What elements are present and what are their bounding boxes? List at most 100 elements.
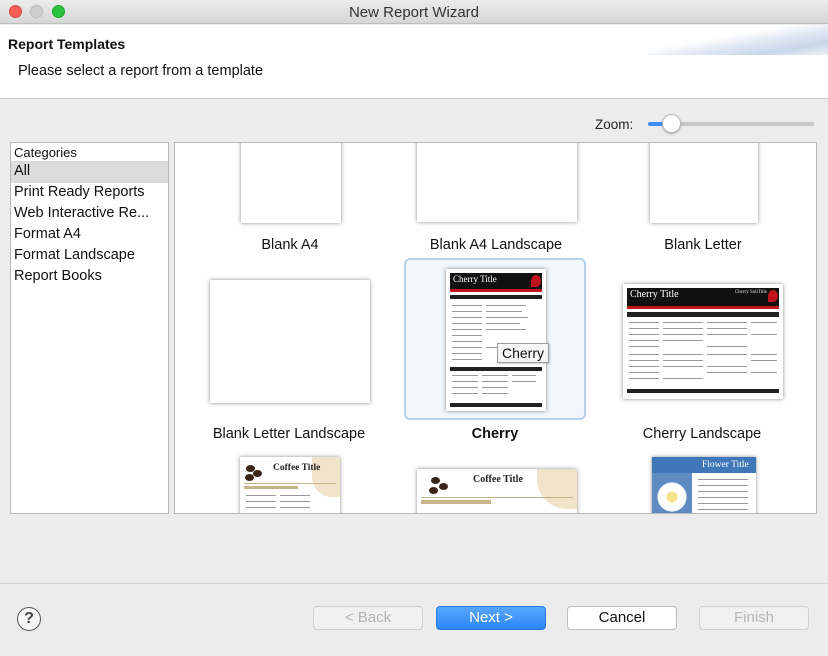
preview-line (751, 360, 777, 361)
window-title: New Report Wizard (348, 4, 480, 21)
preview-line (452, 317, 482, 318)
header-decoration (648, 25, 828, 55)
preview-footer-bar (627, 389, 779, 393)
cherry-red-stripe (450, 289, 542, 292)
templates-gallery[interactable]: Blank A4 Blank A4 Landscape Blank Letter… (174, 142, 817, 514)
blank-letter-landscape-preview (210, 280, 370, 403)
template-blank-letter[interactable]: Blank Letter (612, 143, 794, 253)
finish-button[interactable]: Finish (699, 606, 809, 630)
preview-line (698, 491, 748, 492)
blank-letter-preview (650, 143, 758, 223)
cancel-button[interactable]: Cancel (567, 606, 677, 630)
preview-line (246, 495, 276, 496)
category-item-all[interactable]: All (11, 162, 168, 183)
next-button[interactable]: Next > (436, 606, 546, 630)
preview-line (751, 322, 777, 323)
template-blank-a4[interactable]: Blank A4 (199, 143, 381, 253)
preview-line (663, 360, 703, 361)
preview-line (452, 311, 482, 312)
preview-line (482, 393, 508, 394)
preview-line (751, 354, 777, 355)
template-thumbnail-frame: Coffee Title (405, 445, 587, 513)
preview-footer-bar (450, 403, 542, 407)
preview-line (452, 323, 482, 324)
preview-line (246, 501, 276, 502)
back-button[interactable]: < Back (313, 606, 423, 630)
categories-header: Categories (11, 143, 168, 162)
help-button[interactable]: ? (17, 607, 41, 631)
cherry-landscape-preview: Cherry Title Cherry SubTitle (623, 284, 783, 399)
template-thumbnail-frame (198, 258, 380, 420)
preview-line (452, 335, 482, 336)
preview-line (629, 328, 659, 329)
template-thumbnail-frame (405, 143, 587, 231)
preview-line (452, 375, 478, 376)
template-blank-a4-landscape[interactable]: Blank A4 Landscape (405, 143, 587, 253)
preview-line (663, 334, 703, 335)
cherry-icon (531, 275, 541, 287)
template-label: Cherry Landscape (642, 426, 762, 442)
preview-line (751, 334, 777, 335)
template-blank-letter-landscape[interactable]: Blank Letter Landscape (198, 258, 380, 442)
cherry-preview-title: Cherry Title (453, 274, 497, 284)
preview-line (629, 378, 659, 379)
preview-line (629, 354, 659, 355)
page-title: Report Templates (8, 36, 126, 52)
zoom-label: Zoom: (595, 117, 634, 132)
title-bar[interactable]: New Report Wizard (0, 0, 828, 24)
category-item-format-a4[interactable]: Format A4 (11, 225, 168, 246)
preview-line (698, 485, 748, 486)
preview-line (663, 340, 703, 341)
category-item-web-interactive-reports[interactable]: Web Interactive Re... (11, 204, 168, 225)
flower-preview: Flower Title (652, 457, 756, 513)
template-flower[interactable]: Flower Title (612, 445, 794, 513)
template-thumbnail-frame (612, 143, 794, 231)
flower-image (652, 473, 692, 513)
preview-line (512, 381, 536, 382)
preview-section-bar (627, 312, 779, 317)
zoom-slider-thumb[interactable] (662, 114, 681, 133)
page-description: Please select a report from a template (18, 63, 264, 79)
preview-line (629, 346, 659, 347)
template-thumbnail-frame: Cherry Title (404, 258, 586, 420)
preview-line (421, 497, 573, 498)
preview-line (486, 311, 522, 312)
category-item-print-ready-reports[interactable]: Print Ready Reports (11, 183, 168, 204)
category-item-format-landscape[interactable]: Format Landscape (11, 246, 168, 267)
categories-list[interactable]: Categories All Print Ready Reports Web I… (10, 142, 169, 514)
coffee-beans-icon (429, 487, 438, 494)
preview-line (698, 479, 748, 480)
preview-line (486, 329, 526, 330)
preview-line (280, 495, 310, 496)
preview-line (452, 329, 482, 330)
cherry-preview-header: Cherry Title (450, 273, 542, 289)
preview-section-bar (450, 367, 542, 371)
category-item-report-books[interactable]: Report Books (11, 267, 168, 288)
preview-line (482, 375, 508, 376)
template-label: Blank Letter (664, 237, 742, 253)
preview-line (452, 393, 478, 394)
flower-preview-title: Flower Title (702, 460, 749, 470)
preview-line (452, 359, 482, 360)
coffee-beans-icon (245, 474, 254, 481)
preview-line (663, 328, 703, 329)
footer-divider (0, 583, 828, 584)
cherry-landscape-preview-subtitle: Cherry SubTitle (734, 290, 767, 295)
template-tooltip: Cherry (497, 343, 550, 363)
preview-line (452, 347, 482, 348)
preview-line (482, 387, 508, 388)
template-thumbnail-frame: Flower Title (612, 445, 794, 513)
preview-line (452, 387, 478, 388)
template-cherry[interactable]: Cherry Title Cherry (404, 258, 586, 442)
template-thumbnail-frame: Coffee Title (198, 445, 380, 513)
coffee-beans-icon (253, 470, 262, 477)
template-cherry-landscape[interactable]: Cherry Title Cherry SubTitle Cherry Land… (611, 258, 793, 442)
template-coffee-landscape[interactable]: Coffee Title (405, 445, 587, 513)
template-coffee[interactable]: Coffee Title (198, 445, 380, 513)
coffee-preview: Coffee Title (240, 457, 340, 513)
template-label: Cherry (471, 426, 519, 442)
preview-line (629, 334, 659, 335)
preview-section-bar (450, 295, 542, 299)
preview-line (452, 305, 482, 306)
preview-line (246, 507, 276, 508)
